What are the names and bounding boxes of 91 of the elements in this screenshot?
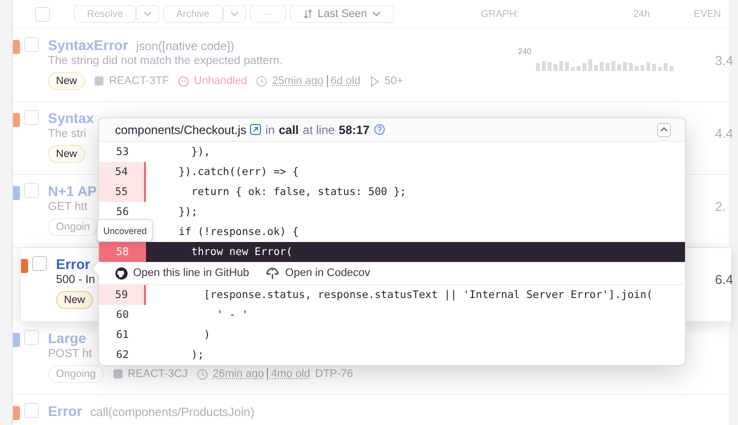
issue-title[interactable]: Error <box>48 403 82 419</box>
event-count: 2. <box>715 199 726 214</box>
row-checkbox[interactable] <box>32 256 47 271</box>
status-badge: New <box>56 291 94 309</box>
coverage-tooltip: Uncovered <box>97 219 153 242</box>
unhandled-label: Unhandled <box>194 75 248 87</box>
code-line: if (!response.ok) { <box>178 226 299 238</box>
in-label: in <box>265 122 275 136</box>
line-number: 58 <box>99 242 146 262</box>
code-line: [response.status, response.statusText || 'Internal Server Error'].join( <box>202 289 653 301</box>
collapse-button[interactable] <box>657 122 671 136</box>
status-badge: New <box>48 145 86 163</box>
chevron-up-icon <box>660 127 668 132</box>
row-checkbox[interactable] <box>24 37 39 52</box>
play-icon <box>370 76 380 86</box>
codecov-link[interactable]: Open in Codecov <box>265 266 370 280</box>
at-line-label: at line <box>302 122 335 136</box>
clock-icon <box>256 76 268 86</box>
code-line: }), <box>190 146 210 158</box>
code-line: ) <box>202 329 210 341</box>
last-seen-time: 25min ago <box>272 75 324 87</box>
issue-title[interactable]: N+1 AP <box>48 183 97 199</box>
clock-icon <box>196 368 208 380</box>
toolbar-button[interactable]: Resolve <box>74 5 136 23</box>
event-count: 3.4 <box>715 53 734 68</box>
code-line: return { ok: false, status: 500 }; <box>190 186 406 198</box>
umbrella-icon <box>265 266 280 280</box>
sort-dropdown[interactable]: Last Seen <box>290 5 394 23</box>
status-badge: New <box>48 72 86 90</box>
replay-count: 50+ <box>384 75 404 87</box>
ticket-id[interactable]: DTP-76 <box>315 368 354 380</box>
column-header: 24h <box>633 8 650 20</box>
caret-icon <box>230 11 238 17</box>
issue-message: The string did not match the expected pattern. <box>48 55 283 67</box>
issue-culprit: json([native code]) <box>136 39 234 53</box>
first-seen-age: 6d old <box>326 75 360 87</box>
project-id[interactable]: REACT-3TF <box>109 75 169 87</box>
issue-title[interactable]: Syntax <box>48 110 94 126</box>
event-count: 4.4 <box>715 126 734 141</box>
project-icon <box>94 76 104 86</box>
event-count: 6.4 <box>715 272 734 287</box>
code-line: ); <box>190 349 204 361</box>
issue-message: GET htt <box>48 201 88 213</box>
issue-title[interactable]: SyntaxError <box>48 37 128 53</box>
issue-title[interactable]: Large <box>48 330 86 346</box>
line-number: 62 <box>115 348 130 363</box>
status-badge: Ongoin <box>48 218 98 236</box>
column-header: EVEN <box>694 8 721 20</box>
external-link-icon[interactable] <box>250 124 262 135</box>
row-checkbox[interactable] <box>24 110 39 125</box>
issue-culprit: call(components/ProductsJoin) <box>90 405 254 419</box>
line-number: 54 <box>99 162 146 182</box>
code-line: ' - ' <box>216 309 248 321</box>
toolbar-button[interactable]: ··· <box>250 5 286 23</box>
issue-title[interactable]: Error <box>56 256 90 272</box>
toolbar-button[interactable]: Archive <box>163 5 222 23</box>
line-number: 59 <box>99 285 146 305</box>
caret-icon <box>372 11 382 17</box>
github-icon <box>115 266 128 280</box>
line-number: 55 <box>99 182 146 202</box>
select-all-checkbox[interactable] <box>35 6 50 22</box>
project-id[interactable]: REACT-3CJ <box>128 368 188 380</box>
caret-icon <box>143 11 152 17</box>
project-icon <box>112 369 123 379</box>
line-number: 53 <box>115 145 130 160</box>
row-checkbox[interactable] <box>24 330 39 345</box>
row-checkbox[interactable] <box>24 183 39 198</box>
sort-icon <box>302 9 312 19</box>
first-seen-age: 4mo old <box>266 368 310 380</box>
line-number: 61 <box>115 328 130 343</box>
issue-message: 500 - In <box>56 274 95 286</box>
line-position: 58:17 <box>338 122 370 136</box>
status-badge: Ongoing <box>48 365 104 383</box>
file-path[interactable]: components/Checkout.js <box>115 122 246 136</box>
function-name: call <box>278 122 299 136</box>
code-line: }).catch((err) => { <box>178 166 299 178</box>
graph-axis-label: 240 <box>518 47 532 56</box>
issue-message: The stri <box>48 128 86 140</box>
code-line: }); <box>178 206 198 218</box>
dropdown-button[interactable] <box>222 5 246 23</box>
line-number: 60 <box>115 308 130 323</box>
warning-icon <box>178 76 189 86</box>
code-line: throw new Error( <box>190 246 292 258</box>
help-icon[interactable] <box>374 124 384 135</box>
github-link[interactable]: Open this line in GitHub <box>115 266 250 280</box>
last-seen-time: 26min ago <box>212 368 264 380</box>
issue-message: POST ht <box>48 348 92 360</box>
line-number: 56 <box>115 205 130 220</box>
column-header: GRAPH: <box>480 8 520 20</box>
row-checkbox[interactable] <box>24 403 39 418</box>
dropdown-button[interactable] <box>136 5 160 23</box>
